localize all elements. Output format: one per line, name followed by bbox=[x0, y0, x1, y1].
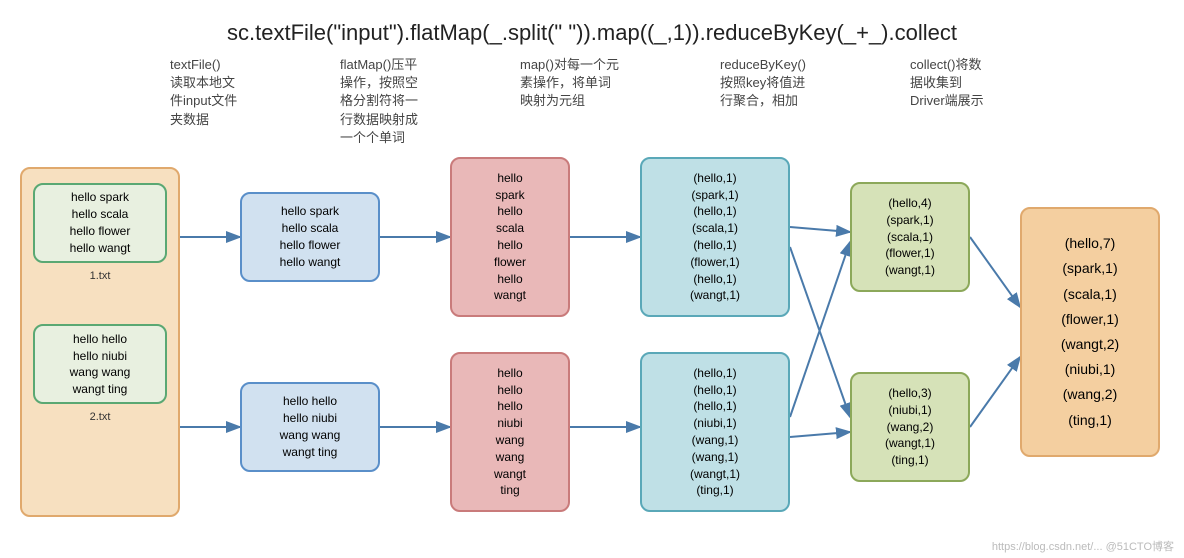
mp-p2-0: (hello,1) bbox=[693, 365, 736, 382]
textfile-p2: hello hello hello niubi wang wang wangt … bbox=[240, 382, 380, 472]
col-2: (scala,1) bbox=[1063, 282, 1117, 307]
fm-p1-2: hello bbox=[497, 203, 522, 220]
fm-p1-4: hello bbox=[497, 237, 522, 254]
reduce-p2: (hello,3) (niubi,1) (wang,2) (wangt,1) (… bbox=[850, 372, 970, 482]
collect-result: (hello,7) (spark,1) (scala,1) (flower,1)… bbox=[1020, 207, 1160, 457]
rd-p1-3: (flower,1) bbox=[885, 245, 934, 262]
input-file1: hello spark hello scala hello flower hel… bbox=[33, 183, 166, 263]
fm-p1-3: scala bbox=[496, 220, 524, 237]
map-p2: (hello,1) (hello,1) (hello,1) (niubi,1) … bbox=[640, 352, 790, 512]
tf-p1-l0: hello spark bbox=[281, 203, 339, 220]
col-6: (wang,2) bbox=[1063, 382, 1117, 407]
fm-p2-7: ting bbox=[500, 482, 519, 499]
tf-p2-l0: hello hello bbox=[283, 393, 337, 410]
file2-line1: hello niubi bbox=[73, 348, 127, 365]
fm-p1-7: wangt bbox=[494, 287, 526, 304]
fm-p2-0: hello bbox=[497, 365, 522, 382]
col-7: (ting,1) bbox=[1068, 408, 1112, 433]
mp-p2-3: (niubi,1) bbox=[693, 415, 736, 432]
rd-p2-4: (ting,1) bbox=[891, 452, 928, 469]
col-3: (flower,1) bbox=[1061, 307, 1119, 332]
tf-p2-l1: hello niubi bbox=[283, 410, 337, 427]
label-flatmap: flatMap()压平 操作，按照空 格分割符将一 行数据映射成 一个个单词 bbox=[340, 56, 520, 147]
file2-name: 2.txt bbox=[90, 410, 111, 425]
reduce-p1: (hello,4) (spark,1) (scala,1) (flower,1)… bbox=[850, 182, 970, 292]
file1-line1: hello scala bbox=[72, 206, 129, 223]
file2-line2: wang wang bbox=[70, 364, 131, 381]
mp-p1-5: (flower,1) bbox=[690, 254, 739, 271]
rd-p1-0: (hello,4) bbox=[888, 195, 931, 212]
mp-p1-6: (hello,1) bbox=[693, 271, 736, 288]
col-4: (wangt,2) bbox=[1061, 332, 1119, 357]
mp-p1-4: (hello,1) bbox=[693, 237, 736, 254]
col-0: (hello,7) bbox=[1065, 231, 1116, 256]
map-p1: (hello,1) (spark,1) (hello,1) (scala,1) … bbox=[640, 157, 790, 317]
flatmap-p2: hello hello hello niubi wang wang wangt … bbox=[450, 352, 570, 512]
rd-p2-2: (wang,2) bbox=[887, 419, 934, 436]
mp-p2-6: (wangt,1) bbox=[690, 466, 740, 483]
file2-line0: hello hello bbox=[73, 331, 127, 348]
rd-p2-0: (hello,3) bbox=[888, 385, 931, 402]
fm-p2-6: wangt bbox=[494, 466, 526, 483]
diagram-area: hello spark hello scala hello flower hel… bbox=[0, 157, 1184, 537]
input-file2: hello hello hello niubi wang wang wangt … bbox=[33, 324, 166, 404]
fm-p2-5: wang bbox=[496, 449, 525, 466]
file1-line3: hello wangt bbox=[70, 240, 131, 257]
rd-p2-3: (wangt,1) bbox=[885, 435, 935, 452]
tf-p2-l3: wangt ting bbox=[283, 444, 338, 461]
label-collect: collect()将数 据收集到 Driver端展示 bbox=[910, 56, 1060, 147]
file1-line0: hello spark bbox=[71, 189, 129, 206]
fm-p2-3: niubi bbox=[497, 415, 522, 432]
watermark: https://blog.csdn.net/... @51CTO博客 bbox=[992, 538, 1174, 554]
input-group: hello spark hello scala hello flower hel… bbox=[20, 167, 180, 517]
tf-p2-l2: wang wang bbox=[280, 427, 341, 444]
mp-p1-0: (hello,1) bbox=[693, 170, 736, 187]
label-map: map()对每一个元 素操作，将单词 映射为元组 bbox=[520, 56, 720, 147]
fm-p1-0: hello bbox=[497, 170, 522, 187]
fm-p2-4: wang bbox=[496, 432, 525, 449]
mp-p1-2: (hello,1) bbox=[693, 203, 736, 220]
label-reducebykey: reduceByKey() 按照key将值进 行聚合，相加 bbox=[720, 56, 910, 147]
fm-p1-6: hello bbox=[497, 271, 522, 288]
rd-p2-1: (niubi,1) bbox=[888, 402, 931, 419]
file1-name: 1.txt bbox=[90, 269, 111, 284]
tf-p1-l1: hello scala bbox=[282, 220, 339, 237]
mp-p2-7: (ting,1) bbox=[696, 482, 733, 499]
textfile-p1: hello spark hello scala hello flower hel… bbox=[240, 192, 380, 282]
code-title: sc.textFile("input").flatMap(_.split(" "… bbox=[0, 0, 1184, 56]
flatmap-p1: hello spark hello scala hello flower hel… bbox=[450, 157, 570, 317]
tf-p1-l2: hello flower bbox=[280, 237, 341, 254]
mp-p1-3: (scala,1) bbox=[692, 220, 738, 237]
stage-labels-row: textFile() 读取本地文 件input文件 夹数据 flatMap()压… bbox=[0, 56, 1184, 147]
mp-p2-4: (wang,1) bbox=[692, 432, 739, 449]
mp-p2-2: (hello,1) bbox=[693, 398, 736, 415]
fm-p2-1: hello bbox=[497, 382, 522, 399]
tf-p1-l3: hello wangt bbox=[280, 254, 341, 271]
fm-p1-1: spark bbox=[495, 187, 524, 204]
col-1: (spark,1) bbox=[1062, 256, 1117, 281]
mp-p1-1: (spark,1) bbox=[691, 187, 738, 204]
file2-line3: wangt ting bbox=[73, 381, 128, 398]
mp-p1-7: (wangt,1) bbox=[690, 287, 740, 304]
rd-p1-1: (spark,1) bbox=[886, 212, 933, 229]
file1-line2: hello flower bbox=[70, 223, 131, 240]
col-5: (niubi,1) bbox=[1065, 357, 1116, 382]
fm-p1-5: flower bbox=[494, 254, 526, 271]
fm-p2-2: hello bbox=[497, 398, 522, 415]
label-textfile: textFile() 读取本地文 件input文件 夹数据 bbox=[170, 56, 340, 147]
rd-p1-2: (scala,1) bbox=[887, 229, 933, 246]
rd-p1-4: (wangt,1) bbox=[885, 262, 935, 279]
mp-p2-5: (wang,1) bbox=[692, 449, 739, 466]
mp-p2-1: (hello,1) bbox=[693, 382, 736, 399]
